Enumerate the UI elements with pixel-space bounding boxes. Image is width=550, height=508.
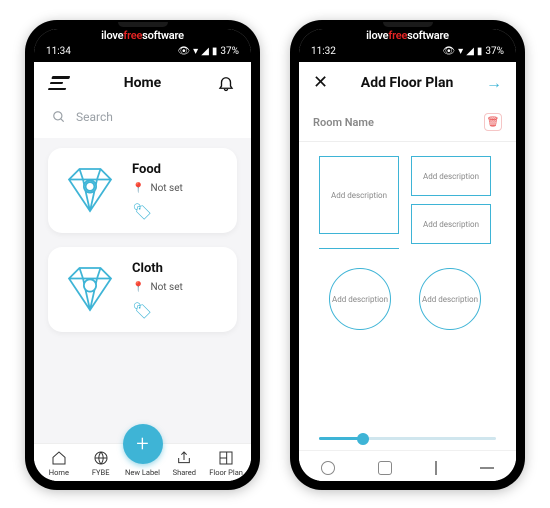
zoom-slider[interactable] [299, 437, 516, 450]
status-icons: 👁 ▾ ◢ ▮ 37% [177, 46, 239, 57]
content-floorplan: ✕ Add Floor Plan → Room Name 🗑 Add descr… [299, 62, 516, 481]
wifi-icon: ▾ [193, 46, 198, 57]
screen-right: ilovefreesoftware 11:32 👁 ▾ ◢ ▮ 37% ✕ Ad… [299, 29, 516, 481]
content-home: Home Search Food 📍 Not set 🏷 [34, 62, 251, 481]
room-shape[interactable]: Add description [411, 156, 491, 196]
delete-button[interactable]: 🗑 [484, 113, 502, 131]
eye-icon: 👁 [177, 46, 190, 57]
diamond-icon [62, 162, 118, 218]
nav-floor-plan[interactable]: Floor Plan [206, 450, 246, 477]
screen-left: ilovefreesoftware 11:34 👁 ▾ ◢ ▮ 37% Home… [34, 29, 251, 481]
card-title: Food [132, 162, 223, 177]
nav-fybe[interactable]: FYBE [81, 450, 121, 477]
floor-plan-canvas[interactable]: Add description Add description Add desc… [299, 142, 516, 437]
battery-icon: ▮ [212, 46, 218, 57]
tag-icon: 🏷 [132, 301, 223, 320]
tag-icon: 🏷 [132, 202, 223, 221]
status-time: 11:34 [46, 46, 71, 57]
room-shape[interactable]: Add description [319, 156, 399, 234]
circle-shape[interactable]: Add description [419, 268, 481, 330]
phone-right: ilovefreesoftware 11:32 👁 ▾ ◢ ▮ 37% ✕ Ad… [290, 20, 525, 490]
search-icon [52, 110, 66, 124]
search-placeholder: Search [76, 110, 113, 124]
nav-shared[interactable]: Shared [164, 450, 204, 477]
status-icons: 👁 ▾ ◢ ▮ 37% [442, 46, 504, 57]
diamond-icon [62, 261, 118, 317]
status-time: 11:32 [311, 46, 336, 57]
phone-left: ilovefreesoftware 11:34 👁 ▾ ◢ ▮ 37% Home… [25, 20, 260, 490]
system-nav [299, 450, 516, 481]
card-location: Not set [150, 183, 182, 194]
close-icon[interactable]: ✕ [313, 72, 328, 93]
eye-icon: 👁 [442, 46, 455, 57]
brand-bar: ilovefreesoftware [34, 29, 251, 44]
card-title: Cloth [132, 261, 223, 276]
pin-icon: 📍 [132, 183, 144, 194]
nav-new-label[interactable]: New Label [122, 468, 162, 477]
share-icon [176, 450, 192, 466]
brand-bar: ilovefreesoftware [299, 29, 516, 44]
menu-icon[interactable] [48, 76, 71, 90]
page-title: Add Floor Plan [361, 75, 454, 91]
home-icon [51, 450, 67, 466]
floorplan-icon [218, 450, 234, 466]
pin-icon: 📍 [132, 282, 144, 293]
search-field[interactable]: Search [34, 102, 251, 138]
battery-pct: 37% [220, 46, 239, 57]
page-title: Home [124, 75, 161, 91]
status-bar: 11:34 👁 ▾ ◢ ▮ 37% [34, 44, 251, 62]
app-header: ✕ Add Floor Plan → [299, 62, 516, 103]
card-location: Not set [150, 282, 182, 293]
room-name-field[interactable]: Room Name [313, 116, 374, 129]
signal-icon: ◢ [201, 46, 209, 57]
status-bar: 11:32 👁 ▾ ◢ ▮ 37% [299, 44, 516, 62]
signal-icon: ◢ [466, 46, 474, 57]
battery-pct: 37% [485, 46, 504, 57]
wifi-icon: ▾ [458, 46, 463, 57]
sys-back-icon[interactable] [435, 461, 437, 475]
circle-shape[interactable]: Add description [329, 268, 391, 330]
room-shape[interactable]: Add description [411, 204, 491, 244]
nav-home[interactable]: Home [39, 450, 79, 477]
card-item[interactable]: Cloth 📍 Not set 🏷 [48, 247, 237, 332]
globe-icon [93, 450, 109, 466]
card-list: Food 📍 Not set 🏷 Cloth 📍 Not set 🏷 [34, 138, 251, 342]
next-arrow-icon[interactable]: → [486, 73, 502, 93]
bottom-nav: + Home FYBE New Label Shared [34, 443, 251, 481]
app-header: Home [34, 62, 251, 102]
fab-add[interactable]: + [123, 424, 163, 464]
card-item[interactable]: Food 📍 Not set 🏷 [48, 148, 237, 233]
bell-icon[interactable] [217, 74, 235, 92]
sys-menu-icon[interactable] [480, 467, 494, 469]
battery-icon: ▮ [477, 46, 483, 57]
sys-home-icon[interactable] [378, 461, 392, 475]
room-name-row: Room Name 🗑 [299, 103, 516, 142]
sys-recent-icon[interactable] [321, 461, 335, 475]
line-shape[interactable] [319, 248, 399, 249]
